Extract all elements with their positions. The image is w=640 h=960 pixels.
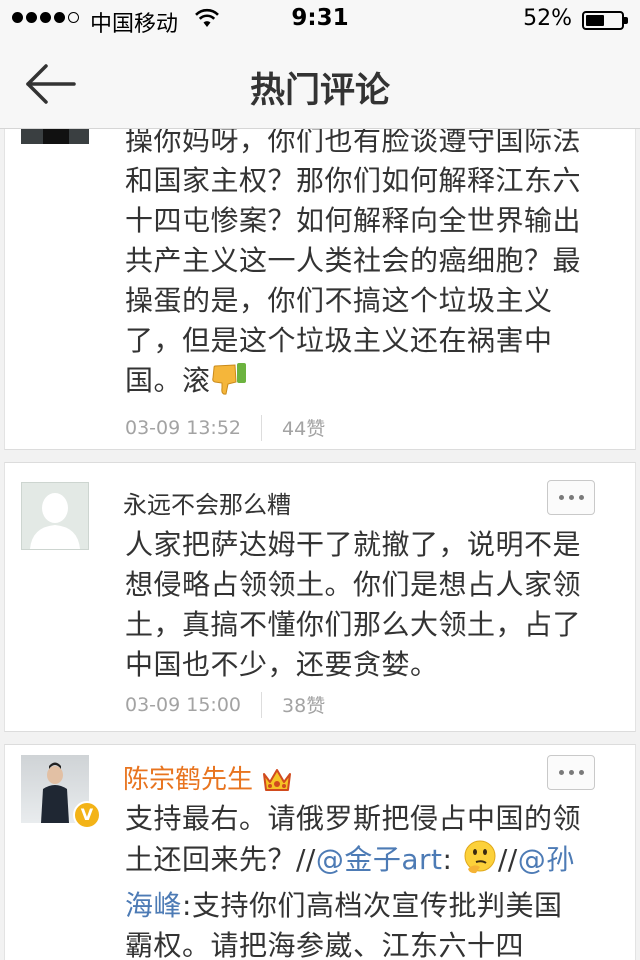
divider — [261, 414, 263, 441]
comment-text: 人家把萨达姆干了就撤了，说明不是想侵略占领领土。你们是想占人家领土，真搞不懂你们… — [125, 528, 582, 681]
thinking-face-icon — [462, 839, 498, 886]
like-count[interactable]: 44赞 — [282, 414, 325, 441]
comment-text: 操你妈呀，你们也有脸谈遵守国际法和国家主权？那你们如何解释江东六十四屯惨案？如何… — [125, 129, 595, 407]
avatar[interactable] — [21, 482, 89, 550]
comment-item: 操你妈呀，你们也有脸谈遵守国际法和国家主权？那你们如何解释江东六十四屯惨案？如何… — [4, 129, 636, 450]
battery-percent: 52% — [523, 6, 572, 31]
battery-icon — [582, 11, 628, 30]
like-count[interactable]: 38赞 — [282, 691, 325, 718]
comment-item: 永远不会那么糟 人家把萨达姆干了就撤了，说明不是想侵略占领领土。你们是想占人家领… — [4, 462, 636, 732]
navigation-bar: 热门评论 — [0, 40, 640, 129]
comment-list[interactable]: 操你妈呀，你们也有脸谈遵守国际法和国家主权？那你们如何解释江东六十四屯惨案？如何… — [0, 129, 640, 960]
avatar[interactable] — [21, 129, 89, 144]
more-options-button[interactable] — [547, 480, 595, 515]
comment-author[interactable]: 永远不会那么糟 — [123, 485, 291, 520]
divider — [261, 691, 263, 718]
page-title: 热门评论 — [249, 71, 390, 111]
mention-link[interactable]: @金子art — [316, 843, 443, 876]
status-bar: 中国移动 9:31 52% — [0, 0, 640, 40]
comment-text: 支持最右。请俄罗斯把侵占中国的领土还回来先？//@金子art: //@孙海峰:支… — [125, 802, 582, 960]
comment-date: 03-09 15:00 — [125, 693, 242, 716]
comment-meta: 03-09 13:52 44赞 — [125, 414, 325, 441]
thumbs-down-icon — [211, 362, 249, 407]
comment-item: V 陈宗鹤先生 支持最右。请俄罗斯把侵占中国的领土还回来先？//@金子art: — [4, 744, 636, 960]
verified-badge: V — [73, 801, 101, 829]
comment-author[interactable]: 陈宗鹤先生 — [123, 759, 293, 801]
crown-icon — [261, 766, 293, 801]
comment-date: 03-09 13:52 — [125, 416, 242, 439]
more-options-button[interactable] — [547, 755, 595, 790]
comment-meta: 03-09 15:00 38赞 — [125, 691, 325, 718]
author-name: 陈宗鹤先生 — [123, 765, 254, 795]
default-avatar-icon — [30, 493, 80, 549]
